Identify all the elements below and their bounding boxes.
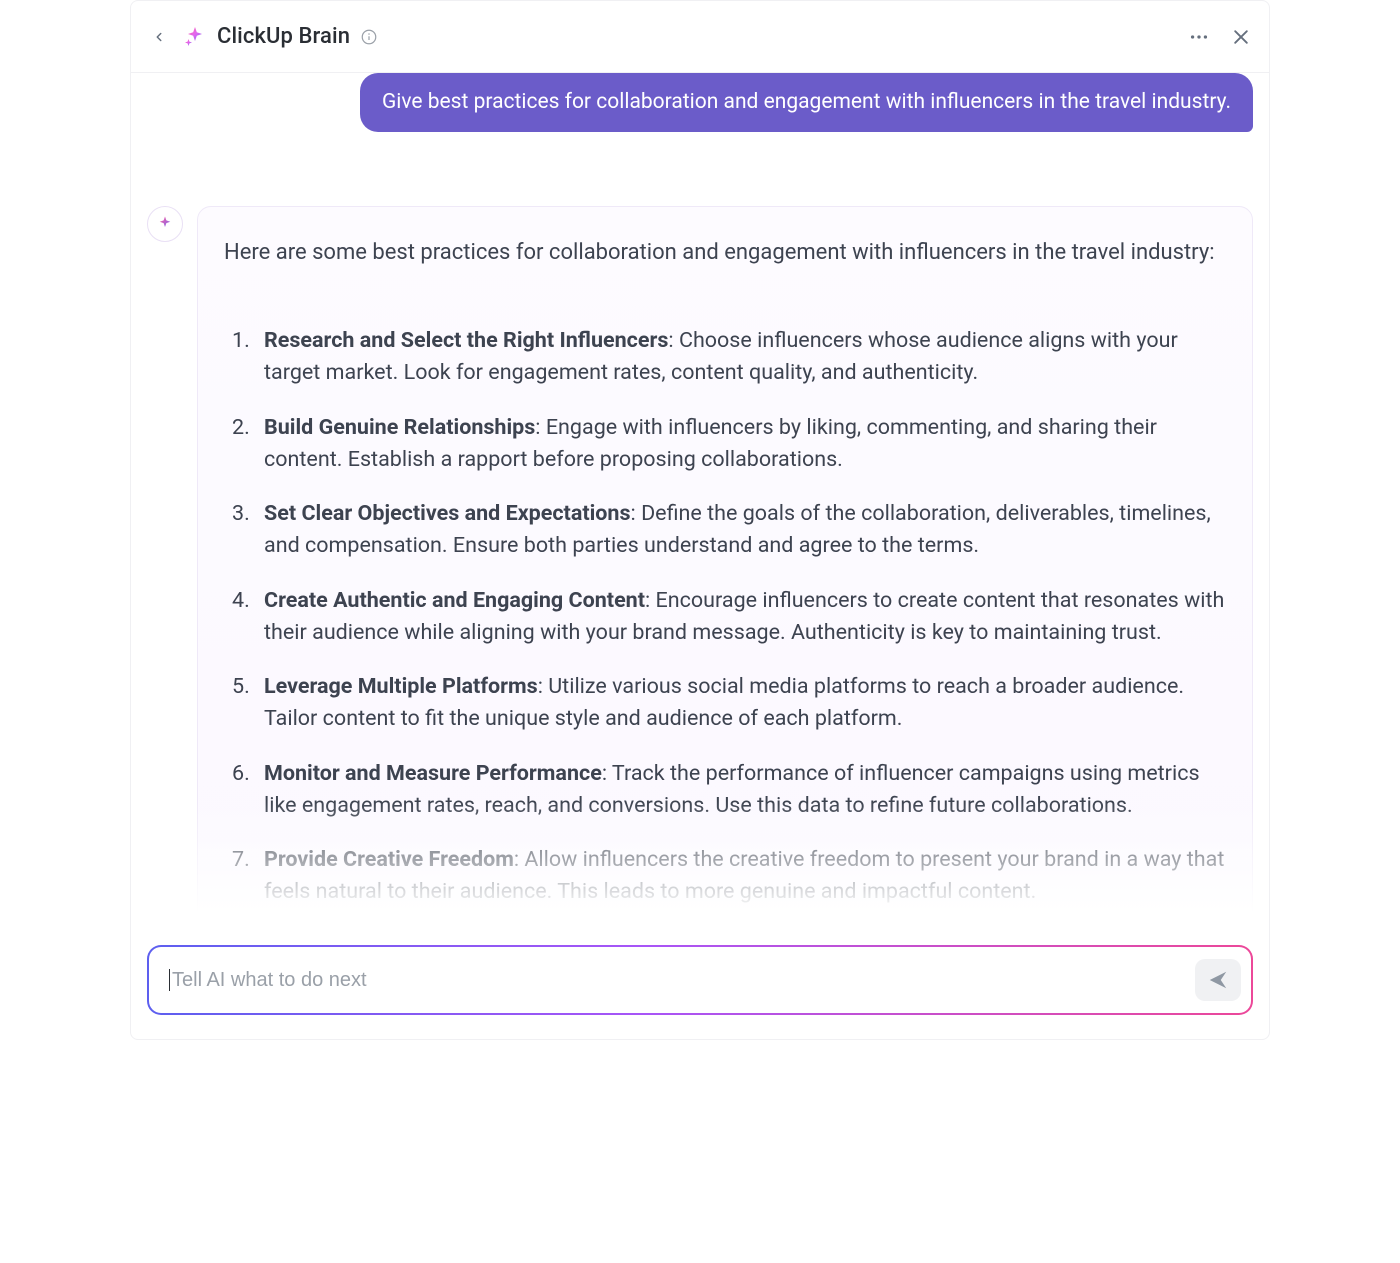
list-item-title: Create Authentic and Engaging Content [264,588,645,613]
list-item-title: Monitor and Measure Performance [264,761,602,786]
header-actions [1187,25,1253,49]
input-row [131,941,1269,1039]
info-icon[interactable] [360,28,378,46]
text-caret [169,969,170,991]
ai-avatar [147,206,183,242]
ai-message: Here are some best practices for collabo… [197,206,1253,941]
list-item: Create Authentic and Engaging Content: E… [224,585,1226,650]
best-practices-list: Research and Select the Right Influencer… [224,325,1226,909]
send-button[interactable] [1195,959,1241,1001]
user-message: Give best practices for collaboration an… [360,73,1253,132]
list-item: Monitor and Measure Performance: Track t… [224,758,1226,823]
ai-intro-text: Here are some best practices for collabo… [224,237,1226,269]
list-item: Set Clear Objectives and Expectations: D… [224,498,1226,563]
prompt-input-wrap [147,945,1253,1015]
brand: ClickUp Brain [183,24,378,49]
list-item: Build Genuine Relationships: Engage with… [224,412,1226,477]
list-item-title: Build Genuine Relationships [264,415,535,440]
page-title: ClickUp Brain [217,24,350,49]
user-message-row: Give best practices for collaboration an… [131,73,1269,132]
more-options-button[interactable] [1187,25,1211,49]
chat-area: Give best practices for collaboration an… [131,73,1269,941]
close-button[interactable] [1229,25,1253,49]
list-item: Research and Select the Right Influencer… [224,325,1226,390]
list-item-title: Leverage Multiple Platforms [264,674,538,699]
spark-icon [183,25,207,49]
list-item-title: Research and Select the Right Influencer… [264,328,668,353]
back-button[interactable] [147,25,171,49]
ai-response-block: Here are some best practices for collabo… [131,206,1269,941]
header: ClickUp Brain [131,1,1269,73]
app-window: ClickUp Brain Give best practices for co… [130,0,1270,1040]
list-item: Leverage Multiple Platforms: Utilize var… [224,671,1226,736]
list-item-title: Provide Creative Freedom [264,847,514,872]
list-item: Provide Creative Freedom: Allow influenc… [224,844,1226,909]
prompt-input[interactable] [172,969,1195,992]
list-item-title: Set Clear Objectives and Expectations [264,501,631,526]
